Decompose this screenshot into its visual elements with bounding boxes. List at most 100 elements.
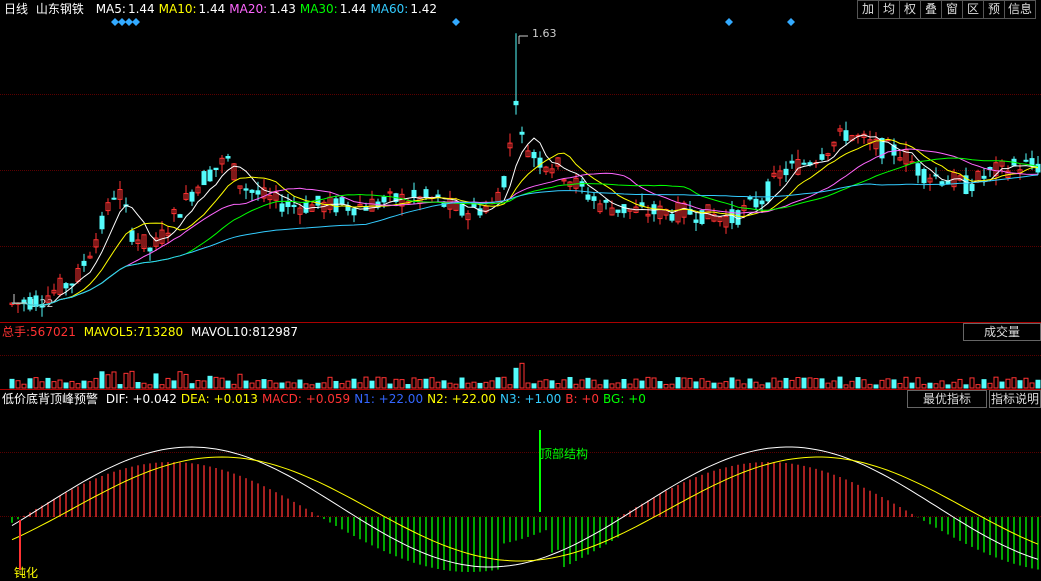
volume-bar	[783, 377, 789, 389]
candle-body	[819, 154, 825, 160]
volume-bar	[33, 377, 39, 389]
volume-bar	[555, 383, 561, 389]
candle-body	[981, 175, 987, 179]
candle-body	[669, 213, 675, 221]
volume-bar	[27, 378, 33, 389]
candle-body	[513, 100, 519, 106]
candle-body	[177, 214, 183, 218]
volume-bar	[981, 379, 987, 389]
candle-body	[129, 230, 135, 242]
candle-body	[81, 260, 87, 266]
volume-bar	[153, 373, 159, 389]
candle-body	[27, 296, 33, 310]
candle-body	[603, 200, 609, 203]
volume-bar	[381, 377, 387, 389]
volume-bar	[21, 383, 27, 389]
volume-bar	[987, 382, 993, 389]
volume-bar	[501, 376, 507, 389]
volume-bar	[39, 381, 45, 389]
volume-bar	[411, 377, 417, 389]
candle-body	[69, 283, 75, 286]
volume-bar	[561, 379, 567, 389]
volume-bar	[447, 382, 453, 389]
volume-bar	[891, 379, 897, 389]
volume-bar	[651, 377, 657, 389]
volume-bar	[225, 380, 231, 389]
volume-bar	[237, 373, 243, 389]
volume-bar	[357, 382, 363, 389]
volume-bar	[345, 380, 351, 389]
candle-body	[147, 247, 153, 252]
volume-bar	[267, 380, 273, 389]
candle-body	[459, 203, 465, 216]
volume-bar	[927, 382, 933, 389]
volume-bar	[699, 378, 705, 389]
dif-line	[11, 446, 1039, 568]
volume-bar	[1017, 380, 1023, 389]
volume-bar	[45, 377, 51, 389]
volume-bar	[129, 370, 135, 389]
volume-bar	[453, 383, 459, 389]
candle-body	[615, 209, 621, 213]
volume-bar	[81, 380, 87, 389]
volume-bar	[759, 384, 765, 389]
candle-body	[99, 215, 105, 230]
kline-chart[interactable]	[0, 0, 1041, 581]
volume-bar	[435, 381, 441, 389]
volume-bar	[507, 384, 513, 389]
candle-body	[411, 189, 417, 197]
volume-bar	[87, 381, 93, 389]
volume-bar	[693, 381, 699, 389]
volume-bar	[663, 383, 669, 389]
candle-body	[915, 163, 921, 176]
candle-body	[423, 189, 429, 198]
volume-bar	[807, 377, 813, 389]
candle-body	[111, 197, 117, 200]
candle-body	[339, 197, 345, 205]
candle-body	[1035, 163, 1041, 173]
ma5-line	[12, 134, 1039, 307]
volume-bar	[723, 381, 729, 389]
volume-bar	[489, 380, 495, 389]
volume-bar	[753, 381, 759, 389]
volume-bar	[405, 384, 411, 389]
volume-bar	[183, 373, 189, 389]
volume-bar	[813, 378, 819, 389]
candle-body	[243, 188, 249, 191]
volume-bar	[231, 383, 237, 389]
dea-line	[11, 456, 1039, 562]
candle-body	[765, 181, 771, 202]
volume-bar	[75, 383, 81, 389]
signal-diamond-marker	[125, 18, 133, 26]
volume-bar	[177, 371, 183, 389]
signal-diamond-marker	[787, 18, 795, 26]
volume-bar	[201, 380, 207, 389]
volume-bar	[165, 377, 171, 389]
volume-bar	[249, 382, 255, 389]
volume-bar	[879, 379, 885, 389]
volume-bar	[777, 380, 783, 389]
volume-bar	[477, 382, 483, 389]
volume-bar	[843, 384, 849, 389]
volume-bar	[897, 382, 903, 389]
volume-bar	[417, 379, 423, 389]
volume-bar	[273, 382, 279, 389]
signal-diamond-marker	[132, 18, 140, 26]
candle-body	[207, 169, 213, 182]
candle-body	[801, 162, 807, 165]
volume-bar	[147, 384, 153, 389]
volume-bar	[423, 378, 429, 389]
volume-bar	[291, 382, 297, 389]
volume-bar	[975, 384, 981, 389]
volume-bar	[159, 384, 165, 389]
signal-diamond-marker	[118, 18, 126, 26]
volume-bar	[675, 377, 681, 389]
candle-body	[285, 200, 291, 208]
volume-bar	[51, 381, 57, 389]
ma10-line	[12, 138, 1038, 306]
volume-bar	[741, 383, 747, 389]
volume-bar	[513, 367, 519, 389]
volume-bar	[495, 377, 501, 389]
volume-bar	[945, 384, 951, 389]
volume-bar	[1029, 382, 1035, 389]
